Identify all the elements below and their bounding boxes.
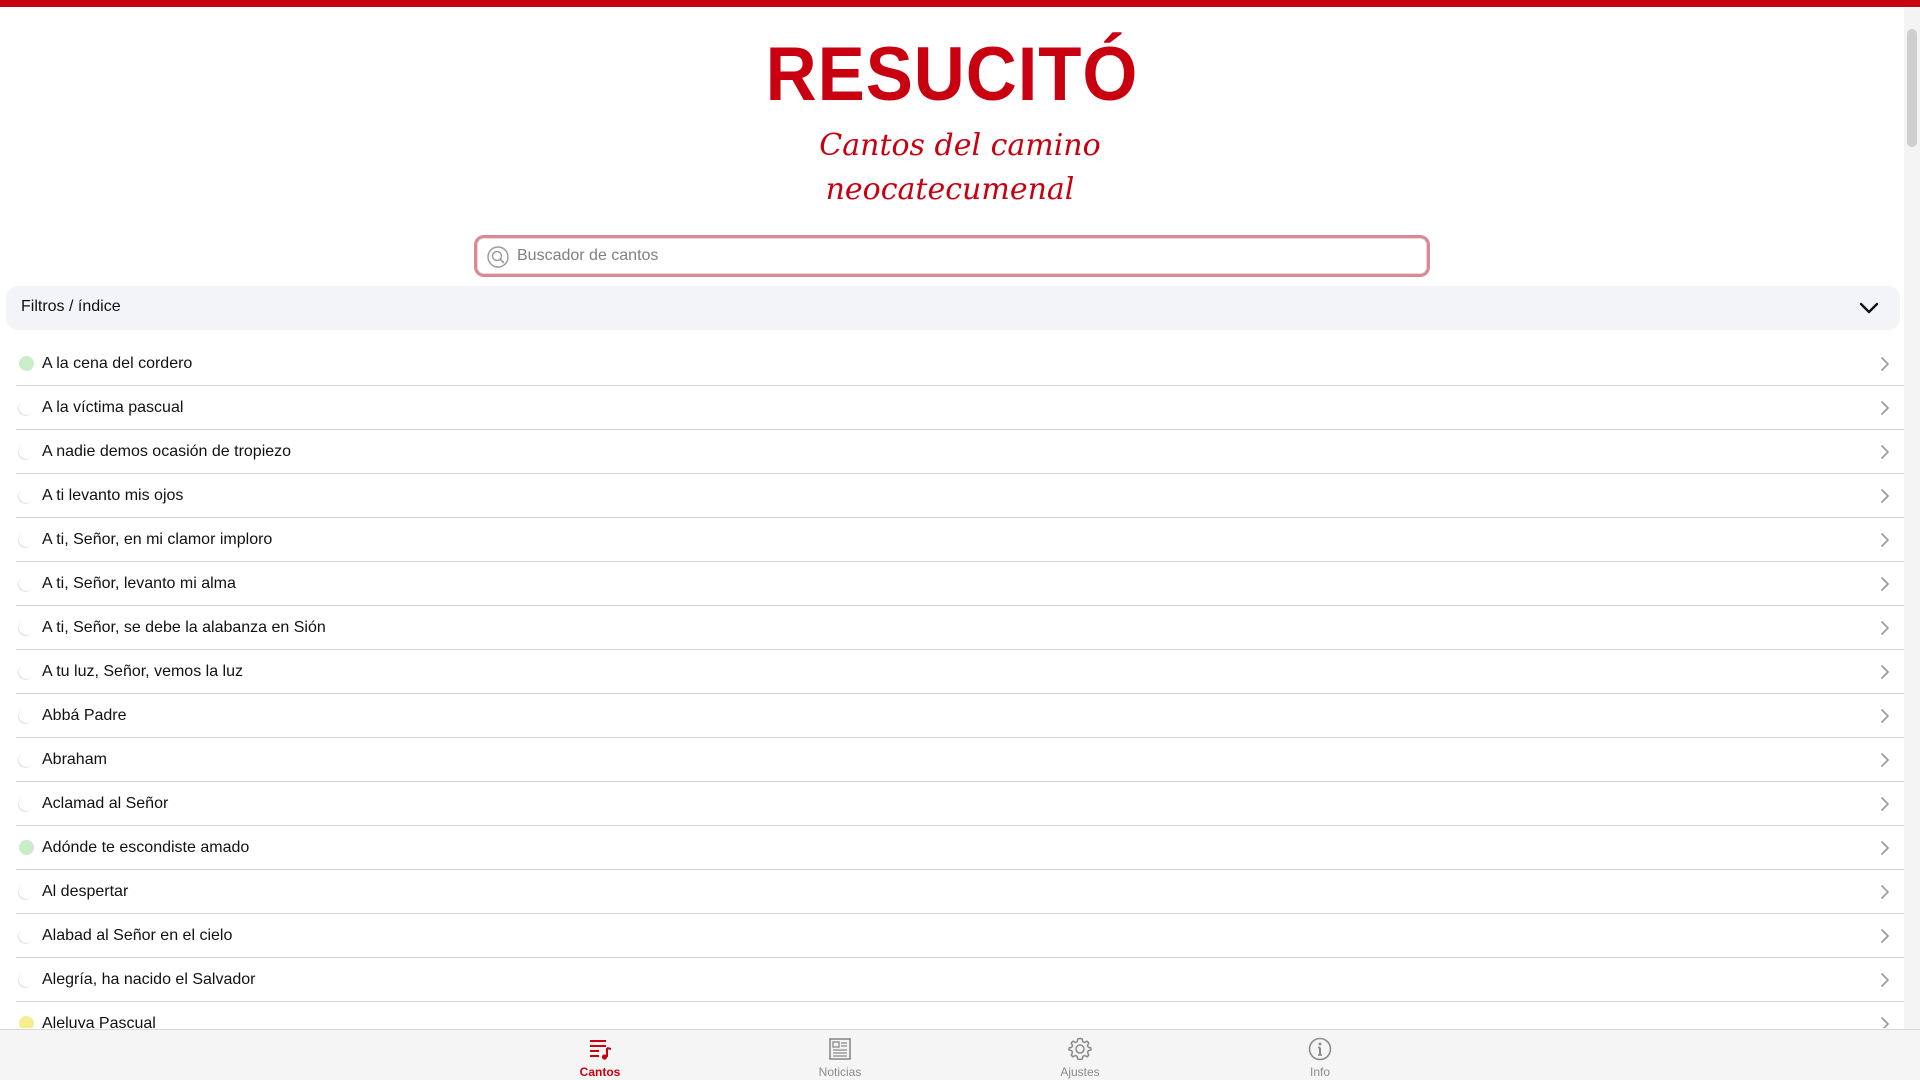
search-box[interactable] bbox=[474, 235, 1430, 277]
song-status-dot bbox=[19, 752, 34, 767]
song-title: A ti, Señor, se debe la alabanza en Sión bbox=[42, 619, 326, 636]
song-list-item[interactable]: Aclamad al Señor bbox=[16, 782, 1904, 826]
song-list-item[interactable]: Aleluya Pascual bbox=[16, 1002, 1904, 1028]
chevron-right-icon bbox=[1881, 577, 1889, 591]
song-status-dot bbox=[19, 928, 34, 943]
song-list-item[interactable]: A ti, Señor, se debe la alabanza en Sión bbox=[16, 606, 1904, 650]
chevron-right-icon bbox=[1881, 841, 1889, 855]
filters-label: Filtros / índice bbox=[21, 298, 121, 315]
song-title: Alegría, ha nacido el Salvador bbox=[42, 971, 256, 988]
subtitle-line-2: neocatecumenal bbox=[826, 172, 1075, 207]
music-list-icon bbox=[590, 1040, 612, 1060]
song-status-dot bbox=[19, 1016, 34, 1028]
tab-info[interactable]: Info bbox=[1260, 1030, 1380, 1080]
song-title: A nadie demos ocasión de tropiezo bbox=[42, 443, 292, 460]
newspaper-icon bbox=[829, 1038, 851, 1060]
song-status-dot bbox=[19, 664, 34, 679]
song-title: A la cena del cordero bbox=[42, 355, 193, 372]
song-status-dot bbox=[19, 620, 34, 635]
filters-index-accordion[interactable]: Filtros / índice bbox=[6, 286, 1900, 330]
chevron-right-icon bbox=[1881, 357, 1889, 371]
scrollbar-track[interactable] bbox=[1904, 7, 1920, 1029]
gear-icon bbox=[1068, 1037, 1092, 1061]
song-status-dot bbox=[19, 356, 34, 371]
top-accent-bar bbox=[0, 0, 1920, 7]
chevron-right-icon bbox=[1881, 665, 1889, 679]
song-list-item[interactable]: Abbá Padre bbox=[16, 694, 1904, 738]
song-list-item[interactable]: Al despertar bbox=[16, 870, 1904, 914]
song-list-item[interactable]: A tu luz, Señor, vemos la luz bbox=[16, 650, 1904, 694]
app-header: RESUCITÓ Cantos del camino neocatecumena… bbox=[0, 7, 1904, 227]
song-title: Aleluya Pascual bbox=[42, 1015, 156, 1028]
song-list-item[interactable]: Abraham bbox=[16, 738, 1904, 782]
song-title: A tu luz, Señor, vemos la luz bbox=[42, 663, 243, 680]
song-title: Aclamad al Señor bbox=[42, 795, 169, 812]
song-title: Alabad al Señor en el cielo bbox=[42, 927, 233, 944]
song-title: A ti, Señor, en mi clamor imploro bbox=[42, 531, 273, 548]
tab-noticias[interactable]: Noticias bbox=[780, 1030, 900, 1080]
bottom-tab-bar: Cantos Noticias Ajustes Info bbox=[0, 1029, 1920, 1080]
chevron-right-icon bbox=[1881, 797, 1889, 811]
tab-ajustes[interactable]: Ajustes bbox=[1020, 1030, 1140, 1080]
search-icon bbox=[487, 246, 509, 268]
tab-cantos-label: Cantos bbox=[579, 1065, 621, 1079]
song-title: Al despertar bbox=[42, 883, 129, 900]
song-list-item[interactable]: A ti, Señor, levanto mi alma bbox=[16, 562, 1904, 606]
search-input[interactable] bbox=[517, 242, 1397, 270]
song-title: Abbá Padre bbox=[42, 707, 127, 724]
song-list-item[interactable]: A la víctima pascual bbox=[16, 386, 1904, 430]
chevron-right-icon bbox=[1881, 885, 1889, 899]
song-title: Adónde te escondiste amado bbox=[42, 839, 250, 856]
song-status-dot bbox=[19, 576, 34, 591]
song-status-dot bbox=[19, 488, 34, 503]
song-status-dot bbox=[19, 884, 34, 899]
song-status-dot bbox=[19, 444, 34, 459]
song-status-dot bbox=[19, 532, 34, 547]
scrollbar-thumb[interactable] bbox=[1907, 29, 1917, 147]
song-list-item[interactable]: Alabad al Señor en el cielo bbox=[16, 914, 1904, 958]
tab-noticias-label: Noticias bbox=[818, 1065, 862, 1079]
song-list-item[interactable]: Alegría, ha nacido el Salvador bbox=[16, 958, 1904, 1002]
song-title: Abraham bbox=[42, 751, 107, 768]
chevron-right-icon bbox=[1881, 401, 1889, 415]
song-list: A la cena del cordero A la víctima pascua… bbox=[16, 342, 1904, 1028]
song-status-dot bbox=[19, 972, 34, 987]
app-logo-title: RESUCITÓ bbox=[765, 32, 1139, 117]
song-list-item[interactable]: Adónde te escondiste amado bbox=[16, 826, 1904, 870]
song-list-item[interactable]: A la cena del cordero bbox=[16, 342, 1904, 386]
chevron-down-icon[interactable] bbox=[1858, 298, 1880, 318]
song-status-dot bbox=[19, 796, 34, 811]
song-status-dot bbox=[19, 708, 34, 723]
info-icon bbox=[1308, 1037, 1332, 1061]
song-list-item[interactable]: A ti levanto mis ojos bbox=[16, 474, 1904, 518]
chevron-right-icon bbox=[1881, 533, 1889, 547]
song-status-dot bbox=[19, 400, 34, 415]
chevron-right-icon bbox=[1881, 445, 1889, 459]
song-title: A ti levanto mis ojos bbox=[42, 487, 184, 504]
tab-cantos[interactable]: Cantos bbox=[540, 1030, 660, 1080]
chevron-right-icon bbox=[1881, 929, 1889, 943]
chevron-right-icon bbox=[1881, 489, 1889, 503]
chevron-right-icon bbox=[1881, 1017, 1889, 1028]
chevron-right-icon bbox=[1881, 709, 1889, 723]
chevron-right-icon bbox=[1881, 753, 1889, 767]
tab-info-label: Info bbox=[1309, 1065, 1330, 1079]
song-status-dot bbox=[19, 840, 34, 855]
chevron-right-icon bbox=[1881, 973, 1889, 987]
subtitle-line-1: Cantos del camino bbox=[819, 128, 1100, 163]
song-list-item[interactable]: A ti, Señor, en mi clamor imploro bbox=[16, 518, 1904, 562]
song-title: A la víctima pascual bbox=[42, 399, 184, 416]
chevron-right-icon bbox=[1881, 621, 1889, 635]
app-logo-subtitle: Cantos del camino neocatecumenal bbox=[819, 128, 1100, 207]
tab-ajustes-label: Ajustes bbox=[1060, 1065, 1100, 1079]
song-list-item[interactable]: A nadie demos ocasión de tropiezo bbox=[16, 430, 1904, 474]
song-title: A ti, Señor, levanto mi alma bbox=[42, 575, 236, 592]
